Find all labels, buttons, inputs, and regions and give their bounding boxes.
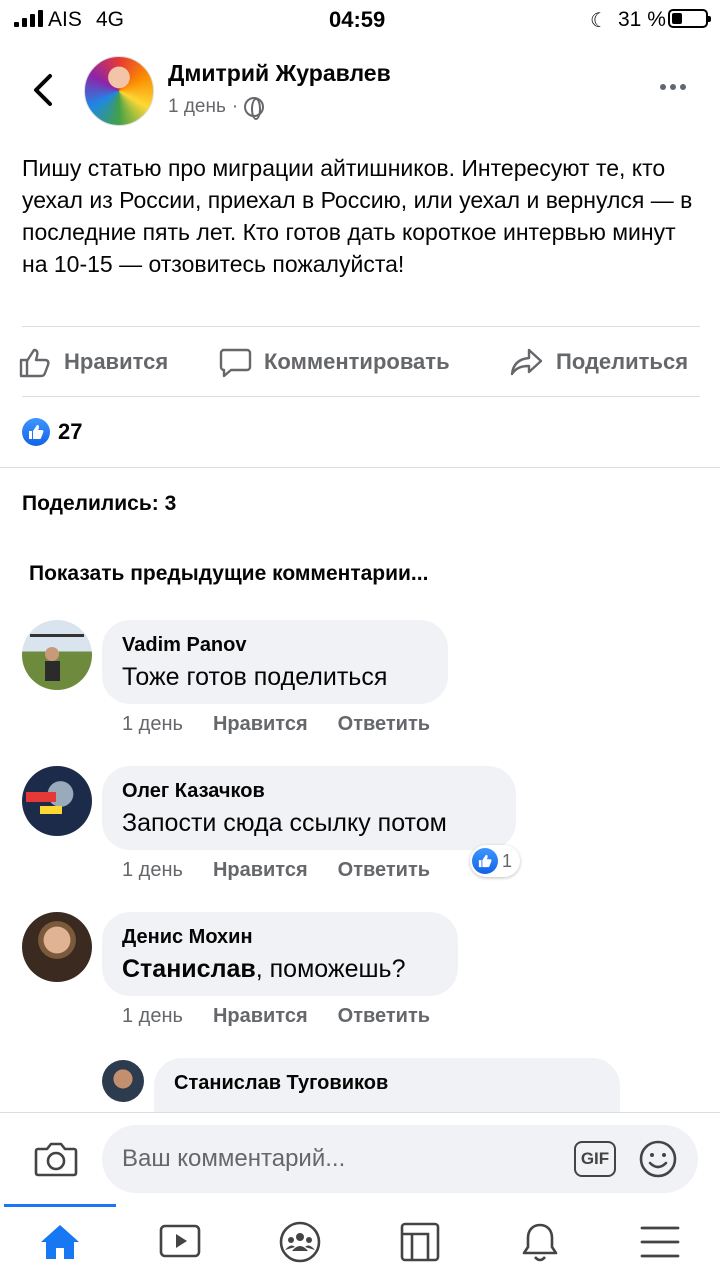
back-arrow-icon[interactable] bbox=[28, 72, 60, 108]
share-label: Поделиться bbox=[556, 349, 689, 374]
more-options-icon[interactable] bbox=[660, 84, 686, 90]
comment-bubble: Денис Мохин Станислав, поможешь? bbox=[102, 912, 458, 996]
section-divider bbox=[0, 467, 720, 468]
battery-icon bbox=[668, 9, 711, 28]
comment-mention[interactable]: Станислав bbox=[122, 955, 256, 983]
reactions-count: 27 bbox=[58, 419, 83, 444]
like-reaction-icon bbox=[472, 848, 498, 874]
bell-icon[interactable] bbox=[516, 1220, 564, 1264]
bottom-navigation bbox=[0, 1204, 720, 1280]
comment-like-button[interactable]: Нравится bbox=[213, 1005, 308, 1028]
comment-reply-button[interactable]: Ответить bbox=[338, 859, 430, 882]
comment-text-rest: , поможешь? bbox=[255, 955, 406, 983]
network-type: 4G bbox=[96, 8, 125, 31]
post-text: Пишу статью про миграции айтишников. Инт… bbox=[22, 155, 693, 277]
avatar[interactable] bbox=[22, 766, 92, 836]
gif-button[interactable]: GIF bbox=[574, 1141, 616, 1177]
comment-text: Станислав, поможешь? bbox=[122, 955, 438, 984]
like-reaction-icon bbox=[22, 418, 50, 446]
comment-label: Комментировать bbox=[264, 349, 450, 374]
avatar[interactable] bbox=[22, 620, 92, 690]
comment-bubble: Олег Казачков Запости сюда ссылку потом bbox=[102, 766, 516, 850]
comment-reaction-count: 1 bbox=[502, 850, 513, 871]
comment-text: Тоже готов поделиться bbox=[122, 663, 388, 691]
post-meta: 1 день · bbox=[168, 96, 265, 120]
meta-separator: · bbox=[231, 96, 239, 117]
show-previous-comments-link[interactable]: Показать предыдущие комментарии... bbox=[29, 562, 428, 586]
comment-author[interactable]: Vadim Panov bbox=[122, 634, 428, 657]
active-tab-indicator bbox=[4, 1204, 116, 1207]
reply-author[interactable]: Станислав Туговиков bbox=[174, 1072, 600, 1095]
post-time: 1 день bbox=[168, 96, 226, 117]
like-button[interactable]: Нравится bbox=[18, 340, 168, 384]
home-icon[interactable] bbox=[36, 1220, 84, 1264]
comment-time: 1 день bbox=[122, 859, 183, 881]
menu-icon[interactable] bbox=[636, 1220, 684, 1264]
share-icon bbox=[510, 348, 543, 376]
comment-author[interactable]: Денис Мохин bbox=[122, 926, 438, 949]
comment-meta: 1 день Нравится Ответить bbox=[122, 859, 430, 882]
carrier-label: AIS bbox=[48, 8, 82, 31]
comment-text: Запости сюда ссылку потом bbox=[122, 809, 447, 837]
divider bbox=[22, 396, 700, 397]
video-icon[interactable] bbox=[156, 1220, 204, 1264]
comment-bubble: Vadim Panov Тоже готов поделиться bbox=[102, 620, 448, 704]
comment-reply-button[interactable]: Ответить bbox=[338, 713, 430, 736]
comment-composer: GIF bbox=[0, 1112, 720, 1204]
comment-button[interactable]: Комментировать bbox=[218, 340, 450, 384]
thumbs-up-icon bbox=[19, 348, 50, 378]
like-label: Нравится bbox=[64, 349, 169, 374]
avatar[interactable] bbox=[22, 912, 92, 982]
comment-reactions[interactable]: 1 bbox=[470, 845, 521, 877]
comment-meta: 1 день Нравится Ответить bbox=[122, 713, 430, 736]
comment-time: 1 день bbox=[122, 713, 183, 735]
post-author-name[interactable]: Дмитрий Журавлев bbox=[168, 60, 391, 87]
globe-icon bbox=[244, 97, 265, 120]
groups-icon[interactable] bbox=[276, 1220, 324, 1264]
comment-author[interactable]: Олег Казачков bbox=[122, 780, 496, 803]
status-bar: AIS 4G 04:59 ☾ 31 % bbox=[0, 0, 720, 40]
share-button[interactable]: Поделиться bbox=[510, 340, 688, 384]
avatar[interactable] bbox=[102, 1060, 144, 1102]
reactions-summary[interactable]: 27 bbox=[22, 418, 82, 446]
comment-icon bbox=[219, 348, 252, 378]
emoji-icon[interactable] bbox=[638, 1139, 678, 1179]
comment-meta: 1 день Нравится Ответить bbox=[122, 1005, 430, 1028]
camera-icon[interactable] bbox=[34, 1139, 78, 1179]
status-time: 04:59 bbox=[329, 7, 386, 32]
divider bbox=[22, 326, 700, 327]
do-not-disturb-icon: ☾ bbox=[590, 10, 608, 32]
comment-like-button[interactable]: Нравится bbox=[213, 713, 308, 736]
comment-reply-button[interactable]: Ответить bbox=[338, 1005, 430, 1028]
battery-percent: 31 % bbox=[618, 8, 666, 31]
pages-icon[interactable] bbox=[396, 1220, 444, 1264]
signal-icon bbox=[14, 10, 43, 27]
shares-count[interactable]: Поделились: 3 bbox=[22, 492, 176, 516]
author-avatar[interactable] bbox=[84, 56, 154, 126]
comment-like-button[interactable]: Нравится bbox=[213, 859, 308, 882]
comment-time: 1 день bbox=[122, 1005, 183, 1027]
